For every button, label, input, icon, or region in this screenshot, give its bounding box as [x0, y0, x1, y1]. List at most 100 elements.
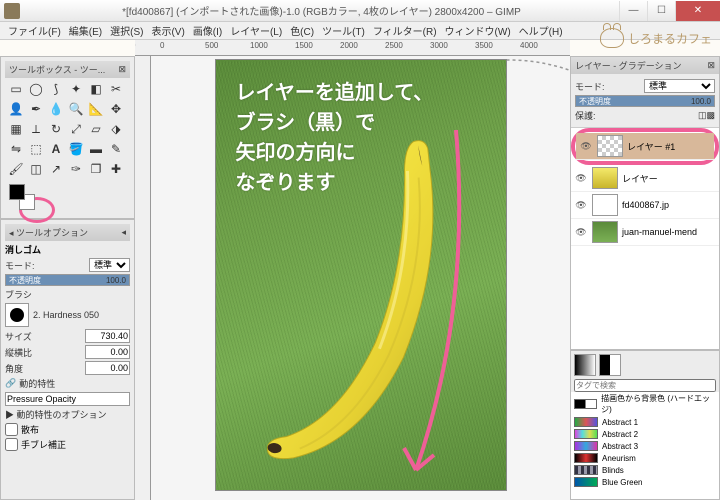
- menu-item[interactable]: 表示(V): [147, 23, 188, 38]
- menu-item[interactable]: 編集(E): [65, 23, 106, 38]
- tool-blend[interactable]: ▬: [87, 140, 105, 158]
- layer-mode-label: モード:: [575, 80, 644, 93]
- layers-title: レイヤー - グラデーション: [575, 59, 682, 72]
- gradient-item[interactable]: Abstract 1: [571, 416, 719, 428]
- visibility-icon[interactable]: 👁: [574, 227, 588, 238]
- menu-item[interactable]: ファイル(F): [4, 23, 65, 38]
- opacity-slider[interactable]: 不透明度100.0: [5, 274, 130, 286]
- brush-label: ブラシ: [5, 288, 130, 301]
- tool-rotate[interactable]: ↻: [47, 120, 65, 138]
- layer-opacity-slider[interactable]: 不透明度100.0: [575, 95, 715, 107]
- tool-ink[interactable]: ✑: [67, 160, 85, 178]
- tool-options-title: ツールオプション: [16, 228, 88, 238]
- tool-eraser[interactable]: ◫: [27, 160, 45, 178]
- ratio-input[interactable]: [85, 345, 130, 359]
- maximize-button[interactable]: ☐: [647, 1, 675, 21]
- tool-align[interactable]: ▦: [7, 120, 25, 138]
- menu-item[interactable]: フィルター(R): [369, 23, 441, 38]
- layer-row[interactable]: 👁 レイヤー #1: [576, 133, 714, 160]
- annotation-layer-highlight: 👁 レイヤー #1: [571, 128, 719, 165]
- tool-foreground[interactable]: 👤: [7, 100, 25, 118]
- layer-row[interactable]: 👁 fd400867.jp: [571, 192, 719, 219]
- current-tool-name: 消しゴム: [5, 243, 130, 256]
- lock-pixels-icon[interactable]: ◫: [698, 110, 707, 121]
- layer-name: レイヤー: [622, 172, 658, 185]
- tool-crop[interactable]: ⟂: [27, 120, 45, 138]
- toolbox-title: ツールボックス - ツー...: [9, 63, 105, 76]
- gradient-item[interactable]: Blinds: [571, 464, 719, 476]
- layer-row[interactable]: 👁 レイヤー: [571, 165, 719, 192]
- dynamics-input[interactable]: [5, 392, 130, 406]
- tool-measure[interactable]: 📐: [87, 100, 105, 118]
- gradient-current[interactable]: [599, 354, 621, 376]
- layer-name: fd400867.jp: [622, 200, 669, 210]
- dynamics-expand[interactable]: ▶ 動的特性のオプション: [5, 408, 130, 421]
- angle-input[interactable]: [85, 361, 130, 375]
- layer-mode-select[interactable]: 標準: [644, 79, 715, 93]
- visibility-icon[interactable]: 👁: [579, 141, 593, 152]
- tool-move[interactable]: ✥: [107, 100, 125, 118]
- gradient-item[interactable]: Blue Green: [571, 476, 719, 488]
- gradient-item[interactable]: Abstract 2: [571, 428, 719, 440]
- tool-airbrush[interactable]: ↗: [47, 160, 65, 178]
- brush-preview[interactable]: [5, 303, 29, 327]
- tool-text[interactable]: A: [47, 140, 65, 158]
- panel-close-icon[interactable]: ⊠: [707, 60, 715, 71]
- menu-item[interactable]: 画像(I): [189, 23, 226, 38]
- gradient-search[interactable]: [574, 379, 716, 392]
- tool-shear[interactable]: ▱: [87, 120, 105, 138]
- menu-item[interactable]: 色(C): [286, 23, 318, 38]
- tool-rect-select[interactable]: ▭: [7, 80, 25, 98]
- panel-close-icon[interactable]: ⊠: [118, 64, 126, 75]
- tool-scissors[interactable]: ✂: [107, 80, 125, 98]
- jitter-checkbox[interactable]: [5, 438, 18, 451]
- scatter-checkbox[interactable]: [5, 423, 18, 436]
- tool-heal[interactable]: ✚: [107, 160, 125, 178]
- tool-grid: ▭ ◯ ⟆ ✦ ◧ ✂ 👤 ✒ 💧 🔍 📐 ✥ ▦ ⟂ ↻ ⤢ ▱ ⬗ ⇋ ⬚: [5, 78, 130, 180]
- dynamics-label: 動的特性: [19, 377, 130, 390]
- tool-free-select[interactable]: ⟆: [47, 80, 65, 98]
- tool-scale[interactable]: ⤢: [67, 120, 85, 138]
- canvas[interactable]: レイヤーを追加して、ブラシ（黒）で矢印の方向になぞります: [216, 60, 506, 490]
- visibility-icon[interactable]: 👁: [574, 200, 588, 211]
- brush-name: 2. Hardness 050: [33, 310, 99, 320]
- visibility-icon[interactable]: 👁: [574, 173, 588, 184]
- watermark-logo: しろまるカフェ: [600, 28, 712, 48]
- menu-item[interactable]: レイヤー(L): [226, 23, 286, 38]
- tool-ellipse-select[interactable]: ◯: [27, 80, 45, 98]
- tool-color-select[interactable]: ◧: [87, 80, 105, 98]
- gradient-item[interactable]: Aneurism: [571, 452, 719, 464]
- minimize-button[interactable]: —: [619, 1, 647, 21]
- layer-thumb: [592, 194, 618, 216]
- layer-thumb: [597, 135, 623, 157]
- tool-paths[interactable]: ✒: [27, 100, 45, 118]
- gradient-preview[interactable]: [574, 354, 596, 376]
- color-swatch[interactable]: [9, 184, 35, 210]
- tool-bucket[interactable]: 🪣: [67, 140, 85, 158]
- menu-item[interactable]: 選択(S): [106, 23, 147, 38]
- size-input[interactable]: [85, 329, 130, 343]
- tool-flip[interactable]: ⇋: [7, 140, 25, 158]
- tool-cage[interactable]: ⬚: [27, 140, 45, 158]
- tool-color-picker[interactable]: 💧: [47, 100, 65, 118]
- menu-item[interactable]: ウィンドウ(W): [441, 23, 515, 38]
- app-icon: [4, 3, 20, 19]
- size-label: サイズ: [5, 330, 85, 343]
- menu-item[interactable]: ツール(T): [318, 23, 369, 38]
- layer-row[interactable]: 👁 juan-manuel-mend: [571, 219, 719, 246]
- lock-alpha-icon[interactable]: ▩: [706, 110, 715, 121]
- mode-select[interactable]: 標準: [89, 258, 130, 272]
- tool-clone[interactable]: ❐: [87, 160, 105, 178]
- tool-pencil[interactable]: ✎: [107, 140, 125, 158]
- menu-item[interactable]: ヘルプ(H): [515, 23, 567, 38]
- gradient-item[interactable]: 描画色から背景色 (ハードエッジ): [571, 392, 719, 416]
- close-button[interactable]: ✕: [675, 1, 720, 21]
- panel-menu-icon[interactable]: ◂: [121, 227, 126, 238]
- tool-perspective[interactable]: ⬗: [107, 120, 125, 138]
- window-title: *[fd400867] (インポートされた画像)-1.0 (RGBカラー, 4枚…: [24, 3, 619, 18]
- tool-fuzzy-select[interactable]: ✦: [67, 80, 85, 98]
- gradient-item[interactable]: Abstract 3: [571, 440, 719, 452]
- tool-zoom[interactable]: 🔍: [67, 100, 85, 118]
- gradient-list: 描画色から背景色 (ハードエッジ)Abstract 1Abstract 2Abs…: [571, 392, 719, 499]
- tool-paintbrush[interactable]: 🖌: [7, 160, 25, 178]
